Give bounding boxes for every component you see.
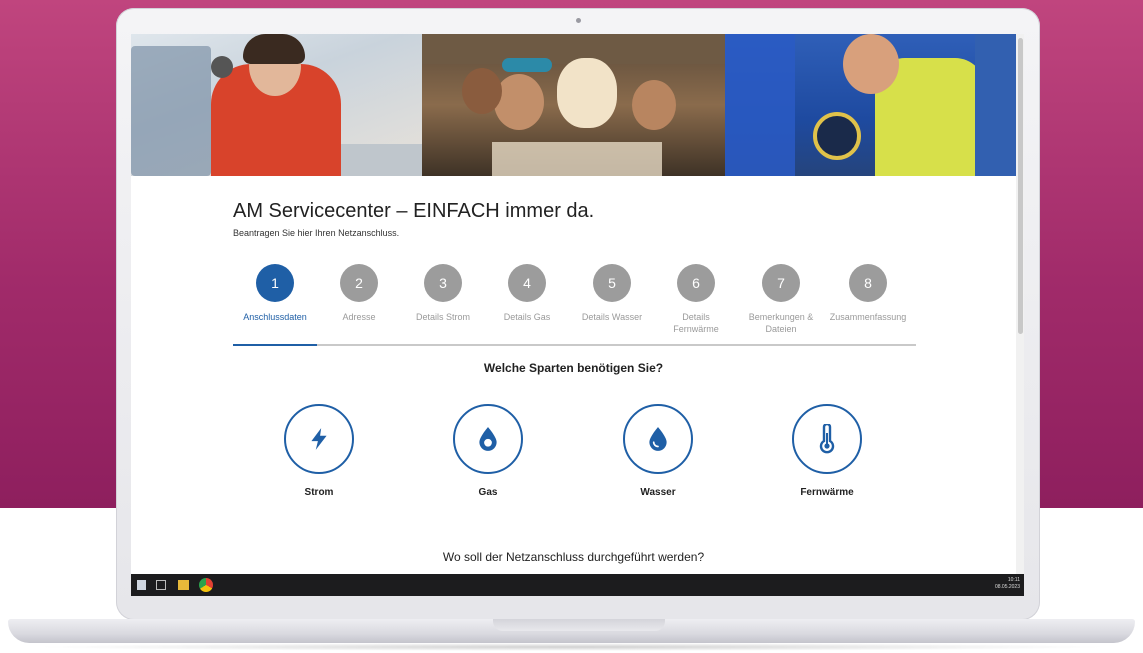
- stepper-progress: [233, 344, 317, 346]
- sparte-fernwaerme[interactable]: Fernwärme: [772, 404, 882, 498]
- step-number: 7: [762, 264, 800, 302]
- step-number: 4: [508, 264, 546, 302]
- step-details-strom[interactable]: 3 Details Strom: [398, 264, 488, 323]
- step-label: Details Gas: [503, 312, 551, 322]
- page-subtitle: Beantragen Sie hier Ihren Netzanschluss.: [233, 228, 400, 238]
- sparte-fernwaerme-button[interactable]: [792, 404, 862, 474]
- step-label: Details Strom: [415, 312, 470, 322]
- sparte-gas-button[interactable]: [453, 404, 523, 474]
- main-content: AM Servicecenter – EINFACH immer da. Bea…: [131, 176, 1016, 574]
- water-drop-icon: [649, 427, 667, 451]
- task-view-icon[interactable]: [156, 580, 166, 590]
- sparte-gas[interactable]: Gas: [433, 404, 543, 498]
- hero-image-kids-with-dog: [422, 34, 725, 176]
- thermometer-icon: [819, 424, 835, 454]
- step-number: 5: [593, 264, 631, 302]
- start-icon[interactable]: [137, 580, 146, 590]
- step-details-fernwaerme[interactable]: 6 Details Fernwärme: [651, 264, 741, 335]
- step-anschlussdaten[interactable]: 1 Anschlussdaten: [230, 264, 320, 323]
- hero-banner: [131, 34, 1024, 176]
- step-number: 6: [677, 264, 715, 302]
- clock-time: 10:11: [1007, 577, 1020, 583]
- location-question: Wo soll der Netzanschluss durchgeführt w…: [442, 550, 705, 564]
- sparte-wasser[interactable]: Wasser: [603, 404, 713, 498]
- clock-date: 08.05.2023: [994, 584, 1020, 590]
- laptop-screen: AM Servicecenter – EINFACH immer da. Bea…: [131, 34, 1024, 596]
- taskbar-clock[interactable]: 10:11 08.05.2023: [995, 577, 1020, 591]
- step-details-wasser[interactable]: 5 Details Wasser: [567, 264, 657, 323]
- page-title: AM Servicecenter – EINFACH immer da.: [233, 200, 595, 222]
- step-zusammenfassung[interactable]: 8 Zusammenfassung: [823, 264, 913, 323]
- sparte-strom[interactable]: Strom: [264, 404, 374, 498]
- laptop-shadow: [30, 643, 1113, 651]
- step-number: 2: [340, 264, 378, 302]
- scrollbar-thumb[interactable]: [1018, 38, 1023, 334]
- chrome-icon[interactable]: [199, 578, 213, 592]
- taskbar: 10:11 08.05.2023: [131, 574, 1024, 596]
- stepper-track: [233, 344, 916, 346]
- step-number: 8: [849, 264, 887, 302]
- step-label: Details Wasser: [581, 312, 643, 322]
- webcam-dot: [576, 18, 581, 23]
- hero-image-woman-at-desk: [131, 34, 422, 176]
- sparten-question: Welche Sparten benötigen Sie?: [483, 361, 664, 375]
- sparte-label: Gas: [478, 487, 498, 498]
- sparte-label: Wasser: [640, 487, 676, 498]
- step-label: Bemerkungen & Dateien: [748, 312, 814, 334]
- step-details-gas[interactable]: 4 Details Gas: [482, 264, 572, 323]
- step-label: Adresse: [342, 312, 376, 322]
- file-explorer-icon[interactable]: [178, 580, 189, 590]
- step-bemerkungen-dateien[interactable]: 7 Bemerkungen & Dateien: [735, 264, 827, 335]
- vertical-scrollbar[interactable]: [1016, 34, 1024, 574]
- hero-image-worker-with-meter: [725, 34, 1024, 176]
- step-label: Details Fernwärme: [673, 312, 719, 334]
- step-number: 1: [256, 264, 294, 302]
- step-number: 3: [424, 264, 462, 302]
- step-adresse[interactable]: 2 Adresse: [314, 264, 404, 323]
- flame-drop-icon: [479, 427, 497, 451]
- sparte-strom-button[interactable]: [284, 404, 354, 474]
- laptop-notch: [493, 619, 665, 631]
- sparte-label: Fernwärme: [800, 487, 854, 498]
- lightning-icon: [311, 428, 327, 450]
- step-label: Anschlussdaten: [243, 312, 307, 322]
- sparte-label: Strom: [304, 487, 334, 498]
- sparte-wasser-button[interactable]: [623, 404, 693, 474]
- step-label: Zusammenfassung: [829, 312, 907, 322]
